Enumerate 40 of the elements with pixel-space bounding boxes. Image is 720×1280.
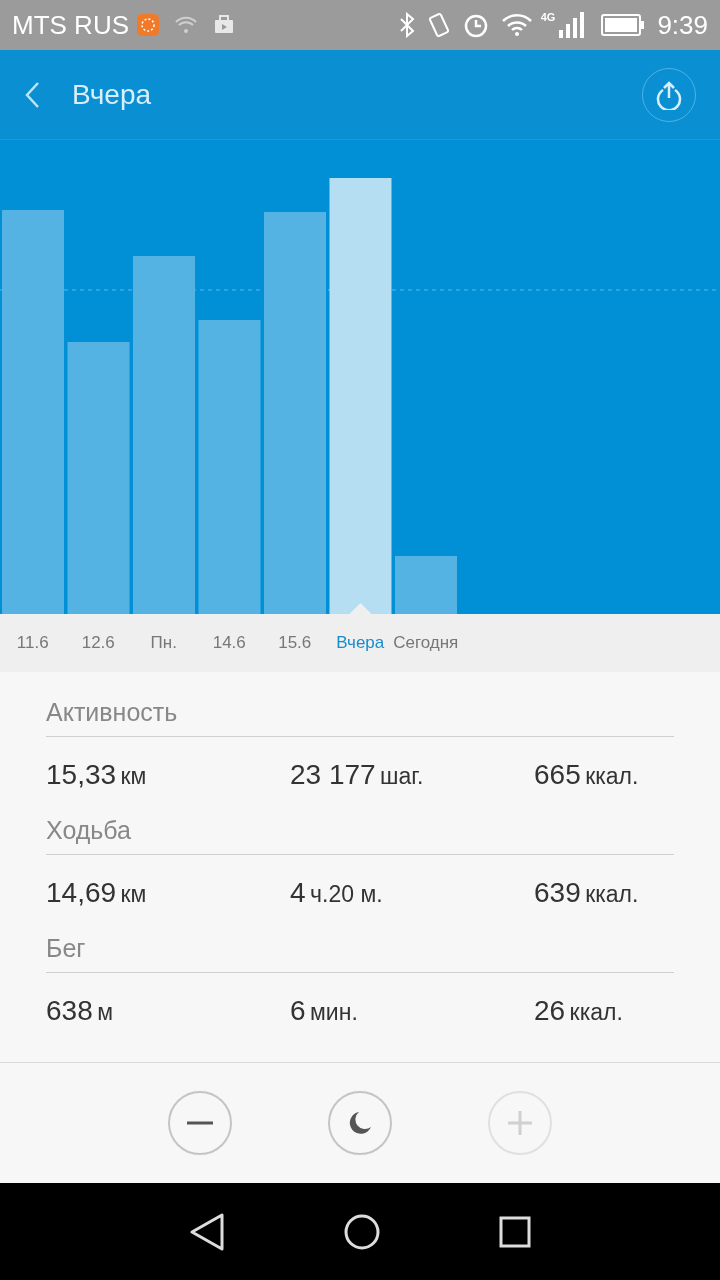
clock-time: 9:39 bbox=[657, 8, 708, 42]
alarm-icon bbox=[462, 12, 489, 38]
day-tab[interactable]: Сегодня bbox=[393, 630, 459, 656]
day-tab[interactable]: Пн. bbox=[150, 630, 177, 656]
app-notification-icon bbox=[137, 14, 159, 36]
day-tab[interactable]: 11.6 bbox=[16, 630, 49, 656]
day-tab[interactable]: 12.6 bbox=[81, 630, 115, 656]
carrier-name: MTS RUS bbox=[12, 8, 129, 42]
section-title: Бег bbox=[46, 934, 86, 962]
moon-button[interactable] bbox=[328, 1091, 392, 1155]
recents-nav-icon[interactable] bbox=[498, 1215, 531, 1248]
page-title: Вчера bbox=[72, 77, 152, 112]
day-bar[interactable] bbox=[198, 320, 261, 614]
section-title: Ходьба bbox=[46, 816, 131, 844]
back-icon[interactable] bbox=[24, 80, 40, 109]
day-bar[interactable] bbox=[329, 178, 392, 614]
minus-button[interactable] bbox=[168, 1091, 232, 1155]
back-nav-icon[interactable] bbox=[189, 1212, 226, 1251]
day-tab[interactable]: Вчера bbox=[336, 630, 385, 656]
day-bar[interactable] bbox=[2, 210, 64, 614]
wifi-question-icon bbox=[175, 16, 197, 34]
wifi-icon bbox=[500, 13, 533, 37]
day-tab[interactable]: 14.6 bbox=[212, 630, 246, 656]
section-title: Активность bbox=[46, 698, 178, 726]
plus-icon bbox=[507, 1110, 533, 1136]
day-bar[interactable] bbox=[133, 256, 195, 614]
upload-icon bbox=[654, 79, 684, 110]
battery-icon bbox=[601, 14, 646, 36]
briefcase-icon bbox=[213, 15, 235, 35]
moon-icon bbox=[348, 1111, 372, 1135]
signal-icon bbox=[559, 12, 586, 38]
minus-icon bbox=[187, 1121, 213, 1125]
day-tab[interactable]: 15.6 bbox=[278, 630, 312, 656]
day-bar[interactable] bbox=[67, 342, 130, 614]
bluetooth-icon bbox=[398, 12, 415, 38]
vibrate-icon bbox=[426, 12, 451, 38]
day-bar[interactable] bbox=[395, 556, 457, 614]
day-bar[interactable] bbox=[264, 212, 326, 614]
network-type-label: 4G bbox=[540, 12, 556, 23]
home-nav-icon[interactable] bbox=[344, 1213, 380, 1250]
